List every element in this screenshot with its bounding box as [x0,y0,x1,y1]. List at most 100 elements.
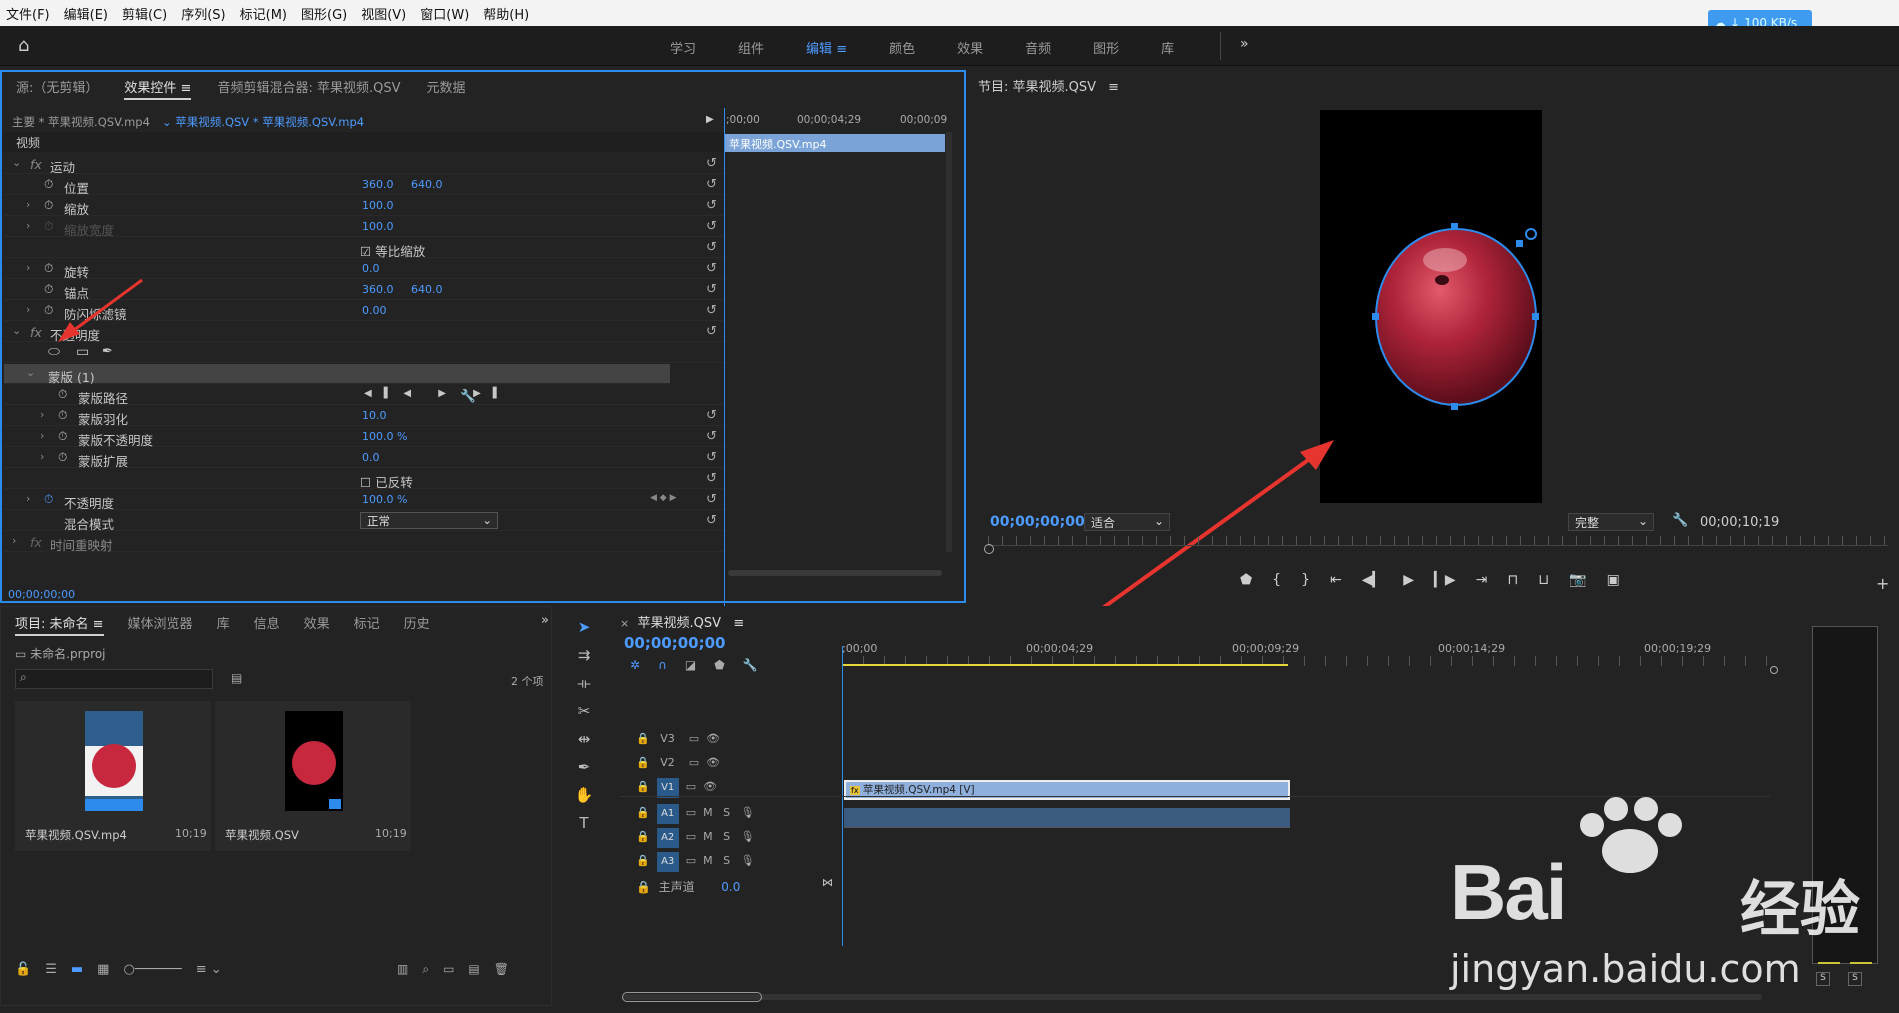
tab-project[interactable]: 项目: 未命名 ≡ [15,613,104,636]
blend-mode-row[interactable]: 混合模式 正常 ⌄ ↺ [4,511,724,532]
program-timecode[interactable]: 00;00;00;00 [990,514,1085,530]
mask-expansion-row[interactable]: › ⏱ 蒙版扩展 0.0 ↺ [4,448,724,469]
go-to-in-icon[interactable]: ⇤ [1330,572,1342,588]
track-v2[interactable]: 🔒 V2 ▭ 👁 [636,756,720,769]
ec-clip-bar[interactable]: 苹果视频.QSV.mp4 [725,134,945,152]
video-clip-v1[interactable]: fx 苹果视频.QSV.mp4 [V] [844,780,1290,800]
wrench-icon[interactable]: 🔧 [1672,513,1688,528]
timeline-ruler[interactable]: ;00;00 00;00;04;29 00;00;09;29 00;00;14;… [842,642,1782,670]
sequence-clip-label[interactable]: ⌄ 苹果视频.QSV * 苹果视频.QSV.mp4 [162,114,364,130]
stopwatch-icon[interactable]: ⏱ [44,198,53,213]
reset-icon[interactable]: ↺ [706,177,717,192]
track-select-tool-icon[interactable]: ⇉ [578,646,591,664]
pen-tool-icon[interactable]: ✒ [578,758,591,776]
project-item-video[interactable]: 苹果视频.QSV.mp4 10;19 [15,701,211,851]
menu-file[interactable]: 文件(F) [6,4,50,23]
project-item-sequence[interactable]: 苹果视频.QSV 10;19 [215,701,411,851]
tab-info[interactable]: 信息 [254,613,280,636]
more-workspaces-icon[interactable]: » [1240,36,1249,52]
add-marker-icon[interactable]: ⬟ [714,658,724,672]
clear-icon[interactable]: 🗑 [494,962,509,977]
selection-tool-icon[interactable]: ➤ [578,618,591,636]
tab-history[interactable]: 历史 [404,613,430,636]
hand-tool-icon[interactable]: ✋ [575,786,594,804]
track-a3[interactable]: 🔒 A3 ▭ M S 🎙 [636,852,755,872]
reset-icon[interactable]: ↺ [706,219,717,234]
sort-icons-icon[interactable]: ≡ ⌄ [196,962,222,977]
project-search-input[interactable]: ⌕ [15,669,213,689]
mask-header-row[interactable]: ⌄ 蒙版 (1) [4,364,670,385]
slip-tool-icon[interactable]: ⇹ [578,730,591,748]
track-a1[interactable]: 🔒 A1 ▭ M S 🎙 [636,804,755,824]
menu-edit[interactable]: 编辑(E) [64,4,108,23]
razor-tool-icon[interactable]: ✂ [578,702,591,720]
home-icon[interactable]: ⌂ [18,35,29,56]
close-icon[interactable]: × [620,617,629,630]
linked-selection-icon[interactable]: ◪ [685,658,696,672]
menu-clip[interactable]: 剪辑(C) [122,4,167,23]
workspace-color[interactable]: 颜色 [889,38,915,57]
workspace-menu-icon[interactable]: ≡ [836,42,847,57]
workspace-libraries[interactable]: 库 [1161,38,1174,57]
step-forward-icon[interactable]: ▎▶ [1434,572,1456,588]
fit-dropdown[interactable]: 适合 ⌄ [1084,513,1170,531]
uniform-scale-checkbox[interactable]: ☑ 等比缩放 [360,241,425,260]
program-zoom-handle[interactable] [984,544,994,554]
track-v3[interactable]: 🔒 V3 ▭ 👁 [636,732,720,745]
reset-icon[interactable]: ↺ [706,429,717,444]
tab-metadata[interactable]: 元数据 [426,77,465,100]
workspace-editing[interactable]: 编辑 ≡ [806,38,847,57]
stopwatch-icon[interactable]: ⏱ [58,387,67,402]
quality-dropdown[interactable]: 完整 ⌄ [1568,513,1654,531]
export-frame-icon[interactable]: 📷 [1569,572,1586,588]
reset-icon[interactable]: ↺ [706,450,717,465]
step-back-icon[interactable]: ◀▎ [1362,572,1384,588]
program-video-frame[interactable] [1320,110,1542,503]
mask-opacity-row[interactable]: › ⏱ 蒙版不透明度 100.0 % ↺ [4,427,724,448]
workspace-assembly[interactable]: 组件 [738,38,764,57]
opacity-row[interactable]: › ⏱ 不透明度 100.0 % ◀ ◆ ▶ ↺ [4,490,724,511]
mark-out-icon[interactable]: } [1301,572,1310,588]
comparison-view-icon[interactable]: ▣ [1607,572,1620,588]
lock-icon[interactable]: 🔓 [15,962,31,977]
reset-icon[interactable]: ↺ [706,513,717,528]
add-marker-icon[interactable]: ⬟ [1240,572,1252,588]
pen-mask-icon[interactable]: ✒ [102,344,113,359]
stopwatch-icon[interactable]: ⏱ [44,177,53,192]
master-track[interactable]: 🔒 主声道 0.0 [636,878,740,895]
menu-window[interactable]: 窗口(W) [420,4,469,23]
timeline-settings-icon[interactable]: 🔧 [743,658,758,672]
list-view-icon[interactable]: ☰ [45,962,57,977]
new-bin-icon[interactable]: ▭ [443,962,454,977]
master-toggle-icon[interactable]: ⋈ [822,876,833,889]
stopwatch-icon[interactable]: ⏱ [58,429,67,444]
position-row[interactable]: ⏱ 位置 360.0 640.0 ↺ [4,175,724,196]
tab-effects[interactable]: 效果 [304,613,330,636]
blend-mode-dropdown[interactable]: 正常 ⌄ [360,512,498,529]
tab-libraries[interactable]: 库 [217,613,230,636]
snap-icon[interactable]: ∩ [658,658,667,672]
mark-in-icon[interactable]: { [1272,572,1281,588]
menu-sequence[interactable]: 序列(S) [181,4,225,23]
wrench-icon[interactable]: 🔧 [460,388,476,404]
mask-track-controls[interactable]: ◀▌◀ ▶ ▶▌ [364,388,513,399]
tab-source[interactable]: 源:（无剪辑） [16,77,98,100]
scale-row[interactable]: › ⏱ 缩放 100.0 ↺ [4,196,724,217]
time-remap-row[interactable]: › fx 时间重映射 [4,532,724,553]
extract-icon[interactable]: ⊔ [1538,572,1549,588]
menu-help[interactable]: 帮助(H) [483,4,529,23]
tab-media-browser[interactable]: 媒体浏览器 [128,613,193,636]
automate-to-sequence-icon[interactable]: ▥ [397,962,408,977]
add-button-icon[interactable]: + [1876,574,1889,593]
track-a2[interactable]: 🔒 A2 ▭ M S 🎙 [636,828,755,848]
stopwatch-icon[interactable]: ⏱ [58,408,67,423]
zoom-slider[interactable]: ○────── [123,962,181,977]
reset-icon[interactable]: ↺ [706,408,717,423]
work-area-bar[interactable] [842,664,1288,666]
reset-icon[interactable]: ↺ [706,471,717,486]
reset-icon[interactable]: ↺ [706,261,717,276]
menu-graphics[interactable]: 图形(G) [301,4,347,23]
rectangle-mask-icon[interactable]: ▭ [76,344,89,360]
workspace-learn[interactable]: 学习 [670,38,696,57]
play-only-icon[interactable]: ▶ [706,114,714,125]
